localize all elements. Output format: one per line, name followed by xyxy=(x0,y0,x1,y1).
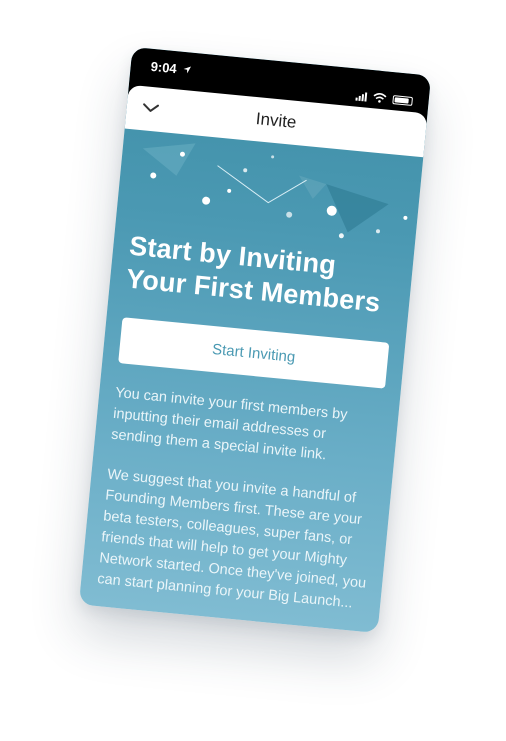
phone-screen: 9:04 Invite Start by Inviting Your First… xyxy=(78,46,432,634)
signal-icon xyxy=(355,91,368,102)
start-inviting-label: Start Inviting xyxy=(211,340,297,366)
time-label: 9:04 xyxy=(150,58,178,77)
intro-paragraph: You can invite your first members by inp… xyxy=(110,384,349,464)
status-time: 9:04 xyxy=(150,59,192,78)
location-arrow-icon xyxy=(183,66,191,74)
status-icons xyxy=(355,91,414,106)
battery-icon xyxy=(392,94,414,106)
wifi-icon xyxy=(373,93,387,103)
start-inviting-button[interactable]: Start Inviting xyxy=(118,317,390,389)
stage: 9:04 Invite Start by Inviting Your First… xyxy=(0,0,506,741)
suggestion-paragraph: We suggest that you invite a handful of … xyxy=(96,466,367,612)
